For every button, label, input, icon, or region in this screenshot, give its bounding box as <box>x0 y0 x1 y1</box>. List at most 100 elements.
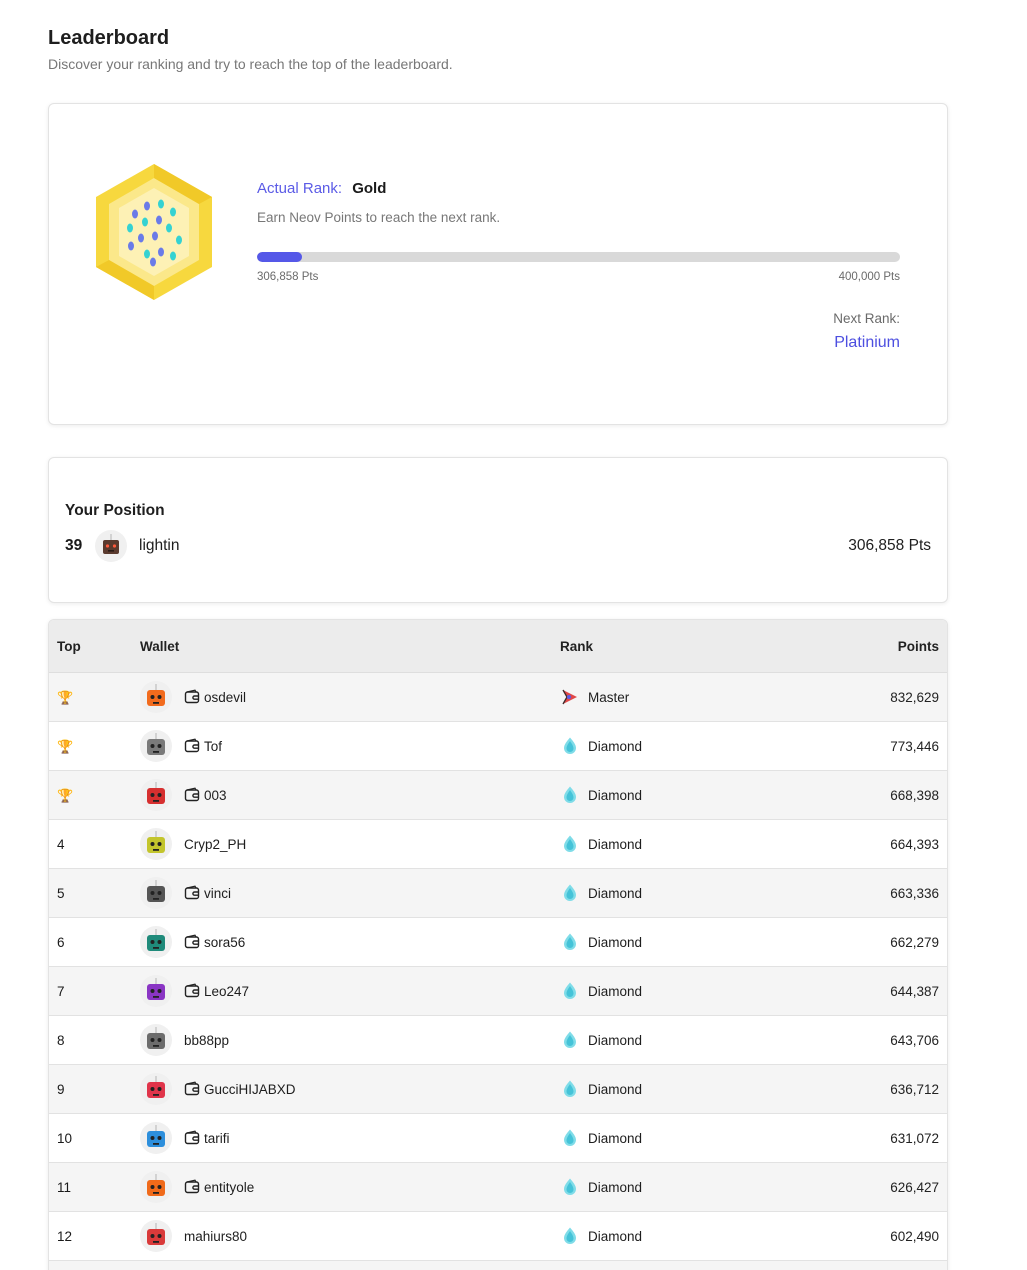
rank-hint: Earn Neov Points to reach the next rank. <box>257 210 501 225</box>
trophy-icon: 🏆 <box>57 689 74 705</box>
table-row[interactable]: 11 entityole Diamond 626,427 <box>49 1163 947 1212</box>
row-top: 7 <box>49 984 140 999</box>
row-rank: Master <box>560 687 760 707</box>
page-title: Leaderboard <box>48 27 170 49</box>
wallet-name[interactable]: bb88pp <box>184 1033 229 1048</box>
rank-name: Diamond <box>588 885 643 901</box>
diamond-rank-icon <box>564 737 576 754</box>
wallet-name[interactable]: Tof <box>204 739 222 754</box>
row-wallet: vinci <box>140 877 560 909</box>
table-row[interactable] <box>49 1261 947 1270</box>
page-header: Leaderboard Discover your ranking and tr… <box>48 26 453 72</box>
wallet-name[interactable]: Leo247 <box>204 984 249 999</box>
rank-name: Diamond <box>588 1081 643 1097</box>
column-header-top[interactable]: Top <box>49 639 140 654</box>
row-position: 9 <box>57 1081 65 1097</box>
row-wallet: Tof <box>140 730 560 762</box>
gold-rank-badge-icon <box>96 164 212 300</box>
your-position-name: lightin <box>139 537 180 554</box>
table-row[interactable]: 🏆 osdevil Master 832,629 <box>49 673 947 722</box>
wallet-name[interactable]: osdevil <box>204 690 246 705</box>
diamond-rank-icon <box>564 1031 576 1048</box>
avatar <box>95 530 127 562</box>
wallet-icon <box>184 983 200 998</box>
row-top: 🏆 <box>49 788 140 803</box>
diamond-rank-icon <box>564 1227 576 1244</box>
rank-name: Diamond <box>588 1228 643 1244</box>
trophy-icon: 🏆 <box>57 787 74 803</box>
table-row[interactable]: 5 vinci Diamond 663,336 <box>49 869 947 918</box>
table-row[interactable]: 🏆 Tof Diamond 773,446 <box>49 722 947 771</box>
avatar <box>140 1024 172 1056</box>
row-points: 664,393 <box>890 836 939 852</box>
wallet-name[interactable]: tarifi <box>204 1131 230 1146</box>
avatar <box>140 828 172 860</box>
actual-rank-value: Gold <box>352 180 387 197</box>
row-points: 636,712 <box>890 1081 939 1097</box>
row-wallet: sora56 <box>140 926 560 958</box>
row-rank: Diamond <box>560 834 760 854</box>
row-wallet: mahiurs80 <box>140 1220 560 1252</box>
table-row[interactable]: 7 Leo247 Diamond 644,387 <box>49 967 947 1016</box>
avatar <box>140 1220 172 1252</box>
wallet-icon <box>184 787 200 802</box>
wallet-icon <box>184 1130 200 1145</box>
wallet-name[interactable]: entityole <box>204 1180 254 1195</box>
table-row[interactable]: 9 GucciHIJABXD Diamond 636,712 <box>49 1065 947 1114</box>
wallet-name[interactable]: Cryp2_PH <box>184 837 246 852</box>
wallet-name[interactable]: vinci <box>204 886 231 901</box>
column-header-rank[interactable]: Rank <box>560 639 760 654</box>
wallet-name[interactable]: GucciHIJABXD <box>204 1082 296 1097</box>
table-row[interactable]: 10 tarifi Diamond 631,072 <box>49 1114 947 1163</box>
row-points: 773,446 <box>890 738 939 754</box>
row-position: 11 <box>57 1179 72 1195</box>
wallet-name[interactable]: 003 <box>204 788 227 803</box>
rank-name: Master <box>588 689 630 705</box>
row-points: 662,279 <box>890 934 939 950</box>
next-rank: Next Rank: Platinium <box>257 311 900 353</box>
row-top: 9 <box>49 1082 140 1097</box>
diamond-rank-icon <box>564 933 576 950</box>
avatar <box>140 1122 172 1154</box>
row-position: 7 <box>57 983 65 999</box>
rank-name: Diamond <box>588 787 643 803</box>
column-header-wallet[interactable]: Wallet <box>140 639 560 654</box>
next-rank-label: Next Rank: <box>833 311 900 326</box>
table-row[interactable]: 8 bb88pp Diamond 643,706 <box>49 1016 947 1065</box>
rank-card: Actual Rank: Gold Earn Neov Points to re… <box>48 103 948 425</box>
row-wallet: GucciHIJABXD <box>140 1073 560 1105</box>
leaderboard-table: Top Wallet Rank Points 🏆 osdevil Master 832… <box>48 619 948 1270</box>
page-subtitle: Discover your ranking and try to reach t… <box>48 56 453 72</box>
current-points-label: 306,858 Pts <box>257 271 319 283</box>
row-top: 10 <box>49 1131 140 1146</box>
table-row[interactable]: 12 mahiurs80 Diamond 602,490 <box>49 1212 947 1261</box>
row-top: 11 <box>49 1180 140 1195</box>
table-row[interactable]: 6 sora56 Diamond 662,279 <box>49 918 947 967</box>
row-points: 631,072 <box>890 1130 939 1146</box>
row-points: 663,336 <box>890 885 939 901</box>
row-rank: Diamond <box>560 736 760 756</box>
next-rank-value: Platinium <box>834 334 900 351</box>
wallet-icon <box>184 689 200 704</box>
row-points: 602,490 <box>890 1228 939 1244</box>
wallet-name[interactable]: sora56 <box>204 935 245 950</box>
row-wallet: bb88pp <box>140 1024 560 1056</box>
row-points: 643,706 <box>890 1032 939 1048</box>
diamond-rank-icon <box>564 1129 576 1146</box>
avatar <box>140 779 172 811</box>
wallet-name[interactable]: mahiurs80 <box>184 1229 247 1244</box>
diamond-rank-icon <box>564 835 576 852</box>
avatar <box>140 975 172 1007</box>
table-header: Top Wallet Rank Points <box>49 620 947 673</box>
row-top: 5 <box>49 886 140 901</box>
trophy-icon: 🏆 <box>57 738 74 754</box>
wallet-icon <box>184 934 200 949</box>
diamond-rank-icon <box>564 786 576 803</box>
table-row[interactable]: 🏆 003 Diamond 668,398 <box>49 771 947 820</box>
avatar <box>140 926 172 958</box>
rank-progress-bar <box>257 252 900 262</box>
diamond-rank-icon <box>564 884 576 901</box>
column-header-points[interactable]: Points <box>760 639 947 654</box>
table-row[interactable]: 4 Cryp2_PH Diamond 664,393 <box>49 820 947 869</box>
wallet-icon <box>184 1081 200 1096</box>
